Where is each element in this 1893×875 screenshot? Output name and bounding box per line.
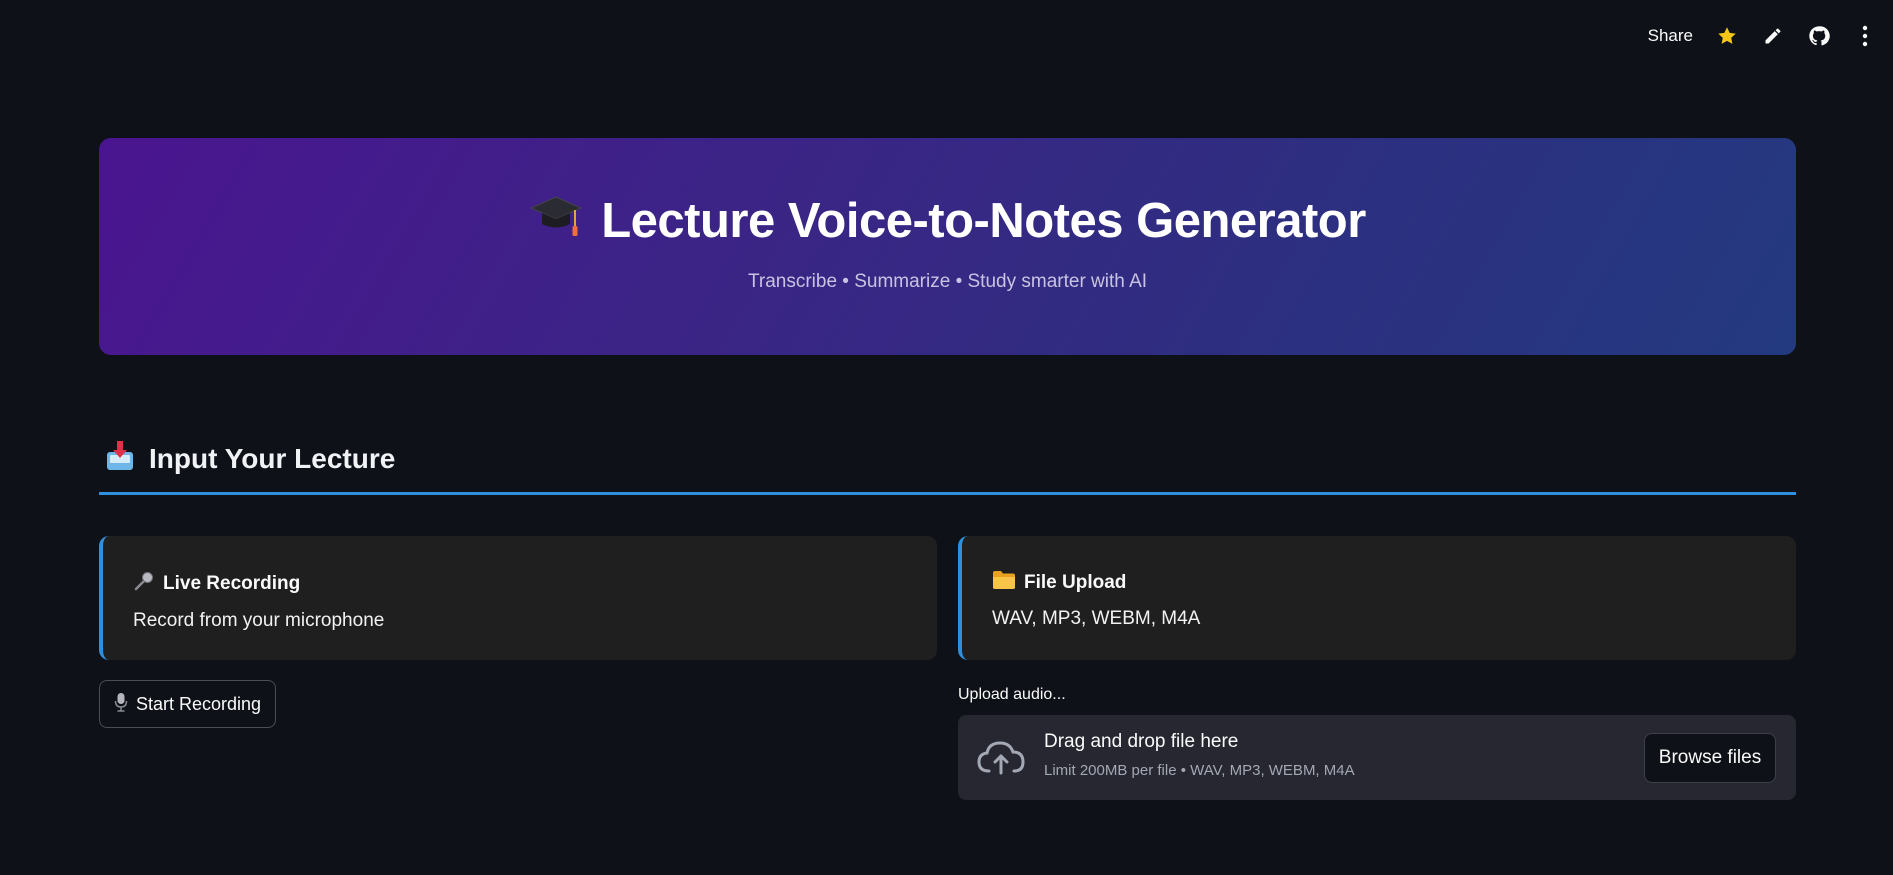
cloud-upload-icon	[976, 739, 1026, 777]
file-upload-card: File Upload WAV, MP3, WEBM, M4A	[958, 536, 1796, 660]
upload-audio-label: Upload audio...	[958, 686, 1066, 703]
folder-icon	[992, 570, 1016, 596]
share-button[interactable]: Share	[1648, 26, 1693, 46]
card-description: WAV, MP3, WEBM, M4A	[992, 608, 1201, 629]
graduation-cap-icon	[529, 193, 583, 248]
file-limit-text: Limit 200MB per file • WAV, MP3, WEBM, M…	[1044, 762, 1355, 779]
section-divider	[99, 492, 1796, 495]
file-dropzone[interactable]: Drag and drop file here Limit 200MB per …	[958, 715, 1796, 800]
card-title-row: Live Recording	[133, 570, 937, 598]
app-toolbar: Share	[1648, 24, 1877, 48]
card-title-row: File Upload	[992, 570, 1796, 596]
hero-banner: Lecture Voice-to-Notes Generator Transcr…	[99, 138, 1796, 355]
start-recording-button[interactable]: Start Recording	[99, 680, 276, 728]
dropzone-text: Drag and drop file here Limit 200MB per …	[1044, 731, 1355, 779]
start-recording-label: Start Recording	[135, 693, 262, 714]
browse-files-button[interactable]: Browse files	[1644, 733, 1776, 783]
kebab-menu-icon[interactable]	[1853, 24, 1877, 48]
microphone-icon	[133, 570, 155, 598]
page-title: Lecture Voice-to-Notes Generator	[601, 193, 1366, 248]
github-icon[interactable]	[1807, 24, 1831, 48]
inbox-tray-icon	[105, 440, 135, 477]
live-recording-card: Live Recording Record from your micropho…	[99, 536, 937, 660]
section-header: Input Your Lecture	[105, 440, 395, 477]
card-title: Live Recording	[163, 573, 301, 594]
drop-instructions: Drag and drop file here	[1044, 731, 1239, 752]
card-description: Record from your microphone	[133, 610, 385, 631]
pencil-icon[interactable]	[1761, 24, 1785, 48]
star-icon[interactable]	[1715, 24, 1739, 48]
hero-subtitle: Transcribe • Summarize • Study smarter w…	[747, 270, 1148, 292]
card-title: File Upload	[1024, 572, 1127, 593]
section-title: Input Your Lecture	[149, 442, 396, 474]
hero-title-row: Lecture Voice-to-Notes Generator	[529, 193, 1366, 249]
studio-microphone-icon	[114, 692, 128, 717]
